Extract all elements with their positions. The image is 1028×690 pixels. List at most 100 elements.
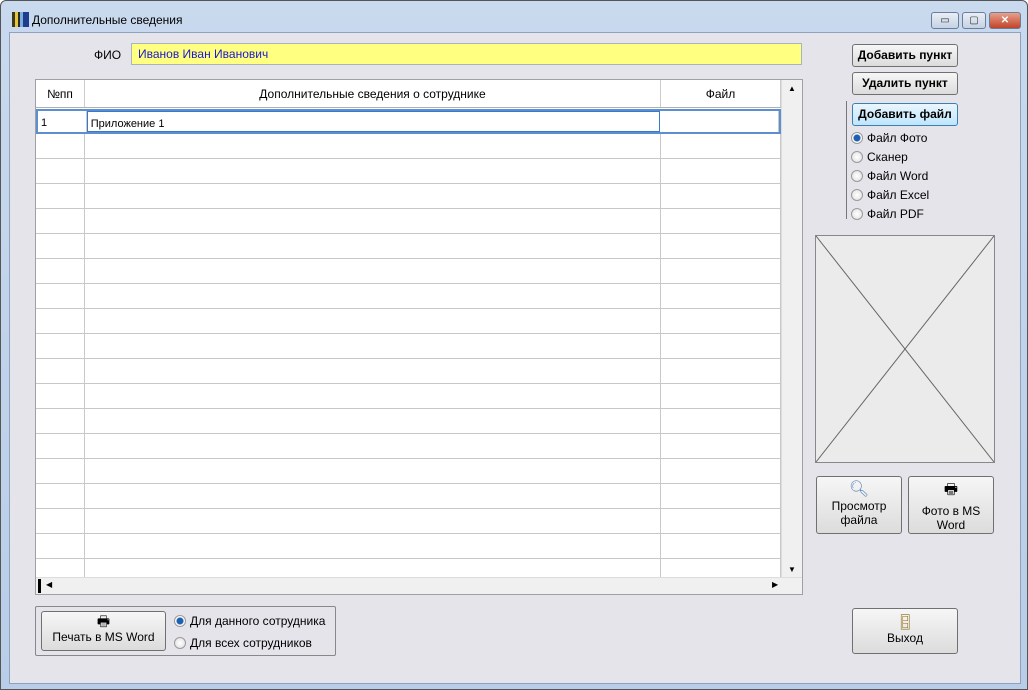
photo-to-word-button[interactable]: 🖶 Фото в MS Word [908, 476, 994, 534]
cell-file[interactable] [661, 384, 781, 408]
add-file-button[interactable]: Добавить файл [852, 103, 958, 126]
cell-file[interactable] [661, 509, 781, 533]
table-row[interactable] [36, 134, 781, 159]
cell-num[interactable]: 1 [38, 111, 87, 132]
close-button[interactable]: ✕ [989, 12, 1021, 29]
radio-icon[interactable] [174, 637, 186, 649]
fio-field[interactable]: Иванов Иван Иванович [131, 43, 802, 65]
horizontal-scrollbar[interactable]: ◀ ▶ [36, 577, 802, 594]
cell-info[interactable] [85, 409, 661, 433]
cell-file[interactable] [661, 134, 781, 158]
cell-file[interactable] [661, 234, 781, 258]
print-scope-radio[interactable]: Для всех сотрудников [174, 636, 312, 650]
cell-info[interactable] [85, 184, 661, 208]
radio-icon[interactable] [851, 132, 863, 144]
exit-button[interactable]: 🚪︎ Выход [852, 608, 958, 654]
cell-num[interactable] [36, 134, 85, 158]
column-header-info[interactable]: Дополнительные сведения о сотруднике [85, 80, 661, 107]
cell-file[interactable] [661, 434, 781, 458]
view-file-button[interactable]: 🔍︎ Просмотр файла [816, 476, 902, 534]
cell-num[interactable] [36, 334, 85, 358]
print-word-button[interactable]: 🖶 Печать в MS Word [41, 611, 166, 651]
radio-icon[interactable] [851, 189, 863, 201]
cell-file[interactable] [661, 409, 781, 433]
table-row[interactable] [36, 484, 781, 509]
maximize-button[interactable]: ▢ [962, 12, 986, 29]
cell-file[interactable] [661, 359, 781, 383]
cell-info[interactable] [85, 534, 661, 558]
radio-icon[interactable] [174, 615, 186, 627]
cell-info[interactable]: Приложение 1 [86, 111, 660, 132]
table-row[interactable] [36, 409, 781, 434]
cell-info[interactable] [85, 309, 661, 333]
cell-num[interactable] [36, 259, 85, 283]
cell-num[interactable] [36, 159, 85, 183]
file-type-radio[interactable]: Файл Word [851, 169, 928, 183]
radio-icon[interactable] [851, 170, 863, 182]
cell-num[interactable] [36, 234, 85, 258]
table-row[interactable] [36, 534, 781, 559]
file-type-radio[interactable]: Файл Excel [851, 188, 929, 202]
table-row[interactable] [36, 509, 781, 534]
table-row[interactable] [36, 184, 781, 209]
cell-info[interactable] [85, 134, 661, 158]
scroll-up-icon[interactable]: ▲ [782, 84, 802, 93]
file-type-radio[interactable]: Файл Фото [851, 131, 927, 145]
column-header-file[interactable]: Файл [661, 80, 781, 107]
table-row[interactable] [36, 234, 781, 259]
cell-num[interactable] [36, 209, 85, 233]
cell-info[interactable] [85, 209, 661, 233]
cell-file[interactable] [661, 334, 781, 358]
cell-info[interactable] [85, 484, 661, 508]
table-row[interactable] [36, 159, 781, 184]
file-type-radio[interactable]: Файл PDF [851, 207, 924, 221]
vertical-scrollbar[interactable]: ▲ ▼ [781, 80, 802, 578]
cell-file[interactable] [660, 111, 779, 132]
cell-info[interactable] [85, 234, 661, 258]
cell-num[interactable] [36, 184, 85, 208]
table-row[interactable] [36, 309, 781, 334]
cell-num[interactable] [36, 284, 85, 308]
table-row[interactable] [36, 334, 781, 359]
cell-file[interactable] [661, 284, 781, 308]
scroll-thumb[interactable] [38, 579, 41, 593]
cell-info[interactable] [85, 434, 661, 458]
cell-num[interactable] [36, 384, 85, 408]
radio-icon[interactable] [851, 151, 863, 163]
file-type-radio[interactable]: Сканер [851, 150, 908, 164]
cell-info[interactable] [85, 259, 661, 283]
minimize-button[interactable]: ▭ [931, 12, 959, 29]
cell-num[interactable] [36, 359, 85, 383]
cell-file[interactable] [661, 209, 781, 233]
cell-info[interactable] [85, 459, 661, 483]
cell-file[interactable] [661, 184, 781, 208]
cell-info[interactable] [85, 509, 661, 533]
cell-num[interactable] [36, 484, 85, 508]
cell-file[interactable] [661, 309, 781, 333]
radio-icon[interactable] [851, 208, 863, 220]
table-row[interactable] [36, 434, 781, 459]
table-row[interactable] [36, 209, 781, 234]
cell-file[interactable] [661, 534, 781, 558]
cell-num[interactable] [36, 434, 85, 458]
column-header-num[interactable]: №пп [36, 80, 85, 107]
table-row[interactable]: 1 Приложение 1 [36, 109, 781, 134]
cell-file[interactable] [661, 159, 781, 183]
cell-info[interactable] [85, 334, 661, 358]
table-row[interactable] [36, 384, 781, 409]
cell-file[interactable] [661, 459, 781, 483]
cell-num[interactable] [36, 534, 85, 558]
cell-info[interactable] [85, 359, 661, 383]
cell-num[interactable] [36, 409, 85, 433]
add-item-button[interactable]: Добавить пункт [852, 44, 958, 67]
cell-file[interactable] [661, 484, 781, 508]
cell-num[interactable] [36, 459, 85, 483]
table-row[interactable] [36, 459, 781, 484]
table-row[interactable] [36, 359, 781, 384]
cell-num[interactable] [36, 509, 85, 533]
scroll-down-icon[interactable]: ▼ [782, 565, 802, 574]
scroll-right-icon[interactable]: ▶ [772, 580, 778, 589]
cell-info[interactable] [85, 384, 661, 408]
cell-info[interactable] [85, 284, 661, 308]
cell-num[interactable] [36, 309, 85, 333]
